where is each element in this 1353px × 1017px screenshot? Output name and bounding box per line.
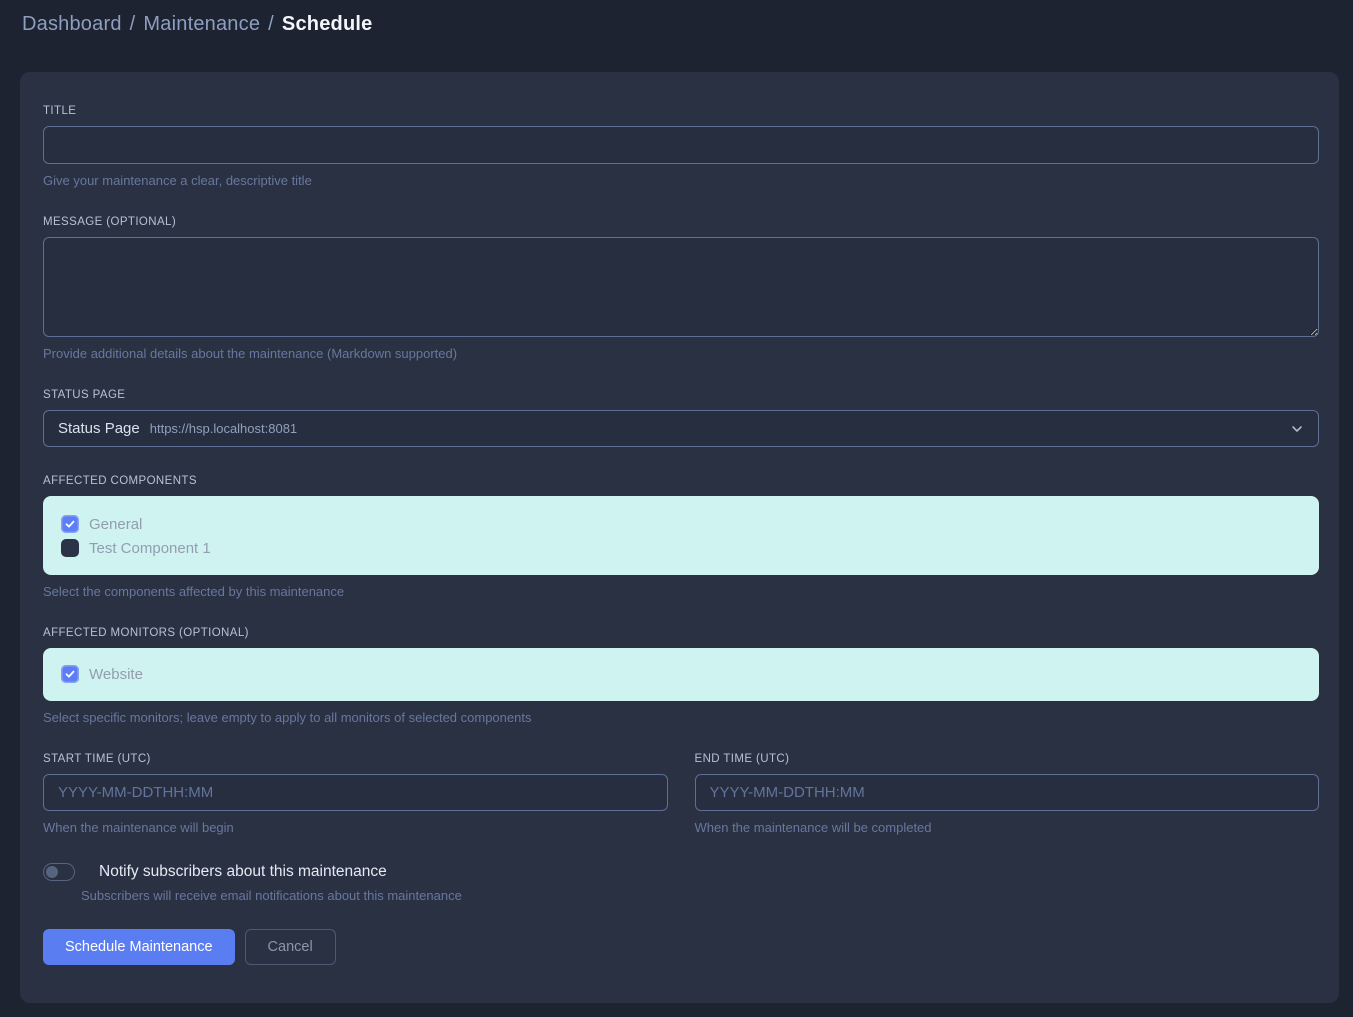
monitor-option-website[interactable]: Website bbox=[61, 662, 1305, 686]
checkbox-website[interactable] bbox=[61, 665, 79, 683]
breadcrumb-maintenance[interactable]: Maintenance bbox=[143, 13, 260, 36]
checkbox-label-website: Website bbox=[89, 666, 143, 683]
notify-toggle-group: Notify subscribers about this maintenanc… bbox=[43, 863, 1319, 903]
schedule-maintenance-button[interactable]: Schedule Maintenance bbox=[43, 929, 235, 965]
form-actions: Schedule Maintenance Cancel bbox=[43, 929, 1319, 965]
cancel-button[interactable]: Cancel bbox=[245, 929, 336, 965]
breadcrumb-current-schedule: Schedule bbox=[282, 13, 373, 36]
end-time-input[interactable] bbox=[695, 774, 1320, 811]
title-label: TITLE bbox=[43, 105, 1319, 117]
breadcrumb-separator: / bbox=[130, 13, 136, 36]
time-fields-row: START TIME (UTC) When the maintenance wi… bbox=[43, 753, 1319, 835]
affected-components-label: AFFECTED COMPONENTS bbox=[43, 475, 1319, 487]
affected-components-field-group: AFFECTED COMPONENTS General Test Compone… bbox=[43, 475, 1319, 599]
message-label: MESSAGE (OPTIONAL) bbox=[43, 216, 1319, 228]
status-page-selected-url: https://hsp.localhost:8081 bbox=[150, 421, 297, 436]
affected-components-helper: Select the components affected by this m… bbox=[43, 584, 1319, 599]
checkbox-label-test-component-1: Test Component 1 bbox=[89, 540, 211, 557]
checkbox-general[interactable] bbox=[61, 515, 79, 533]
status-page-label: STATUS PAGE bbox=[43, 389, 1319, 401]
end-time-field-group: END TIME (UTC) When the maintenance will… bbox=[695, 753, 1320, 835]
title-helper: Give your maintenance a clear, descripti… bbox=[43, 173, 1319, 188]
checkbox-label-general: General bbox=[89, 516, 142, 533]
affected-monitors-label: AFFECTED MONITORS (OPTIONAL) bbox=[43, 627, 1319, 639]
component-option-general[interactable]: General bbox=[61, 512, 1305, 536]
affected-monitors-helper: Select specific monitors; leave empty to… bbox=[43, 710, 1319, 725]
notify-subscribers-helper: Subscribers will receive email notificat… bbox=[81, 888, 1319, 903]
component-option-test-component-1[interactable]: Test Component 1 bbox=[61, 536, 1305, 560]
affected-monitors-field-group: AFFECTED MONITORS (OPTIONAL) Website Sel… bbox=[43, 627, 1319, 725]
start-time-label: START TIME (UTC) bbox=[43, 753, 668, 765]
status-page-field-group: STATUS PAGE Status Page https://hsp.loca… bbox=[43, 389, 1319, 447]
affected-monitors-panel: Website bbox=[43, 648, 1319, 701]
toggle-knob bbox=[46, 866, 58, 878]
start-time-input[interactable] bbox=[43, 774, 668, 811]
message-textarea[interactable] bbox=[43, 237, 1319, 337]
notify-subscribers-toggle[interactable] bbox=[43, 863, 75, 881]
top-bar: Dashboard / Maintenance / Schedule bbox=[0, 0, 1353, 48]
start-time-field-group: START TIME (UTC) When the maintenance wi… bbox=[43, 753, 668, 835]
status-page-select[interactable]: Status Page https://hsp.localhost:8081 bbox=[43, 410, 1319, 447]
end-time-helper: When the maintenance will be completed bbox=[695, 820, 1320, 835]
breadcrumb-separator: / bbox=[268, 13, 274, 36]
breadcrumb-dashboard[interactable]: Dashboard bbox=[22, 13, 122, 36]
title-field-group: TITLE Give your maintenance a clear, des… bbox=[43, 105, 1319, 188]
message-field-group: MESSAGE (OPTIONAL) Provide additional de… bbox=[43, 216, 1319, 361]
chevron-down-icon bbox=[1290, 422, 1304, 436]
title-input[interactable] bbox=[43, 126, 1319, 164]
breadcrumb: Dashboard / Maintenance / Schedule bbox=[22, 13, 372, 36]
status-page-selected-name: Status Page bbox=[58, 420, 140, 437]
end-time-label: END TIME (UTC) bbox=[695, 753, 1320, 765]
message-helper: Provide additional details about the mai… bbox=[43, 346, 1319, 361]
affected-components-panel: General Test Component 1 bbox=[43, 496, 1319, 575]
checkbox-test-component-1[interactable] bbox=[61, 539, 79, 557]
checkmark-icon bbox=[64, 518, 76, 530]
start-time-helper: When the maintenance will begin bbox=[43, 820, 668, 835]
checkmark-icon bbox=[64, 668, 76, 680]
notify-subscribers-label: Notify subscribers about this maintenanc… bbox=[99, 863, 387, 881]
schedule-maintenance-form-card: TITLE Give your maintenance a clear, des… bbox=[20, 72, 1339, 1003]
